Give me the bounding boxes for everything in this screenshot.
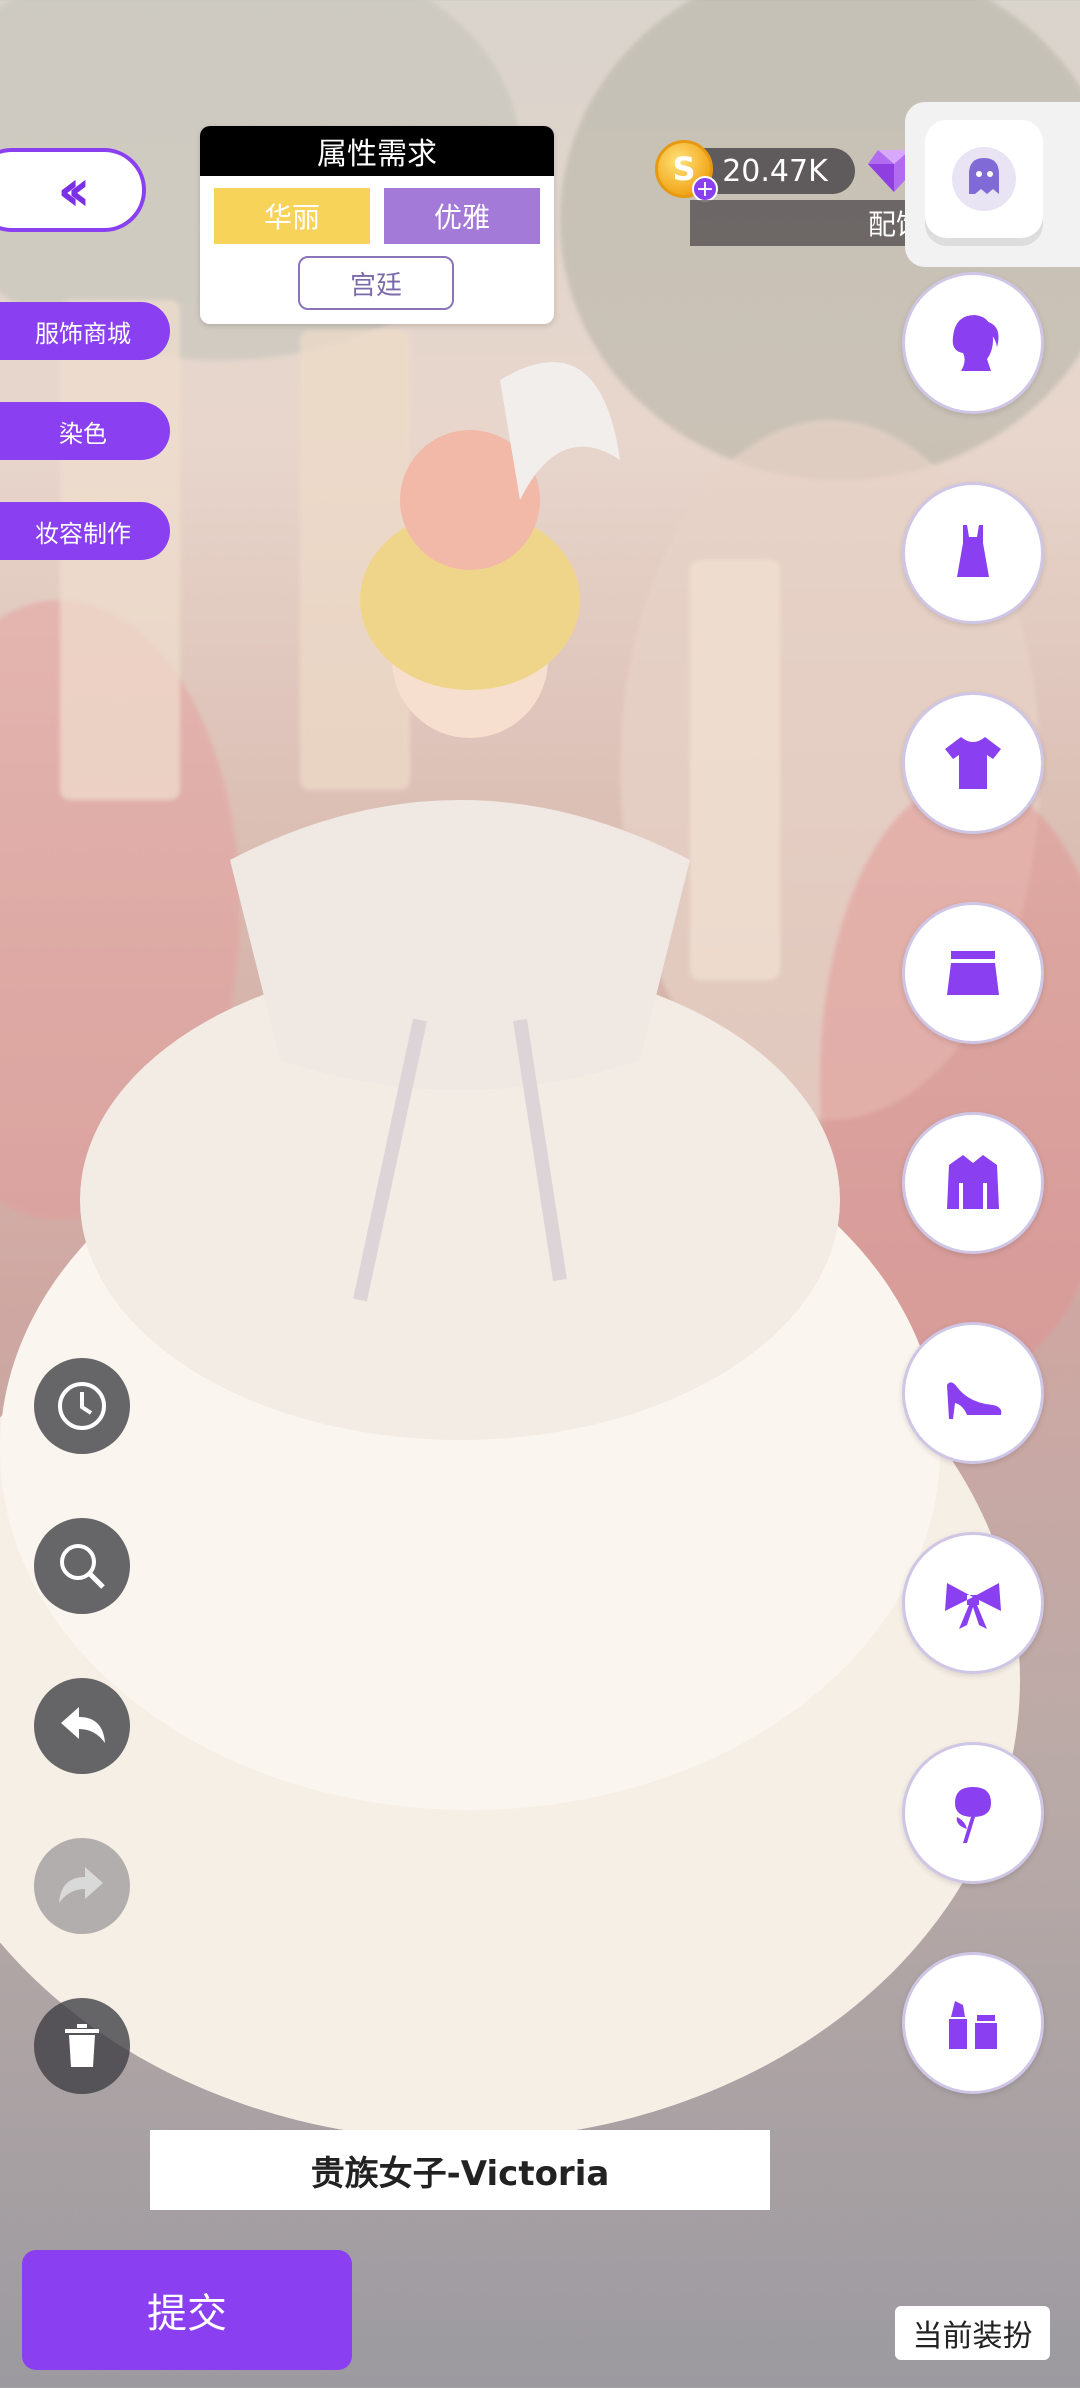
category-hair-button[interactable] [902, 272, 1044, 414]
category-top-button[interactable] [902, 692, 1044, 834]
submit-button[interactable]: 提交 [22, 2250, 352, 2370]
category-skirt-button[interactable] [902, 902, 1044, 1044]
category-dress-button[interactable] [902, 482, 1044, 624]
side-menu-dye[interactable]: 染色 [0, 402, 170, 460]
skirt-icon [947, 951, 999, 995]
undo-icon [61, 1707, 105, 1743]
category-makeup-button[interactable] [902, 1952, 1044, 2094]
side-menu-shop[interactable]: 服饰商城 [0, 302, 170, 360]
back-button[interactable]: ‹‹ [0, 148, 146, 232]
attr-tag-gorgeous: 华丽 [214, 188, 370, 244]
hair-icon [952, 315, 999, 371]
outfit-name-label: 贵族女子-Victoria [150, 2130, 770, 2210]
rose-icon [955, 1787, 991, 1843]
accessory-label: 配饰 [690, 200, 940, 246]
add-coins-button[interactable]: + [692, 176, 718, 202]
shoe-icon [947, 1382, 1002, 1419]
history-icon [58, 1382, 106, 1430]
current-outfit-button[interactable]: 当前装扮 [895, 2306, 1050, 2360]
attr-tag-elegant: 优雅 [384, 188, 540, 244]
zoom-icon [60, 1544, 105, 1589]
side-menu-makeup[interactable]: 妆容制作 [0, 502, 170, 560]
bow-icon [945, 1583, 1001, 1629]
attr-card-title: 属性需求 [200, 126, 554, 176]
category-shoes-button[interactable] [902, 1322, 1044, 1464]
redo-button[interactable] [34, 1838, 130, 1934]
category-coat-button[interactable] [902, 1112, 1044, 1254]
history-button[interactable] [34, 1358, 130, 1454]
zoom-button[interactable] [34, 1518, 130, 1614]
category-handheld-button[interactable] [902, 1742, 1044, 1884]
trash-icon [65, 2024, 99, 2067]
trash-button[interactable] [34, 1998, 130, 2094]
undo-button[interactable] [34, 1678, 130, 1774]
attribute-requirement-card: 属性需求 华丽 优雅 宫廷 [200, 126, 554, 324]
top-icon [945, 737, 1001, 789]
redo-icon [59, 1867, 103, 1903]
ai-assistant-button[interactable] [925, 120, 1043, 238]
coat-icon [947, 1155, 999, 1209]
attr-tag-court: 宫廷 [298, 256, 454, 310]
ghost-icon [952, 147, 1016, 211]
category-accessory-button[interactable] [902, 1532, 1044, 1674]
makeup-icon [949, 2001, 997, 2049]
dress-icon [957, 525, 989, 577]
double-chevron-left-icon: ‹‹ [57, 156, 91, 224]
